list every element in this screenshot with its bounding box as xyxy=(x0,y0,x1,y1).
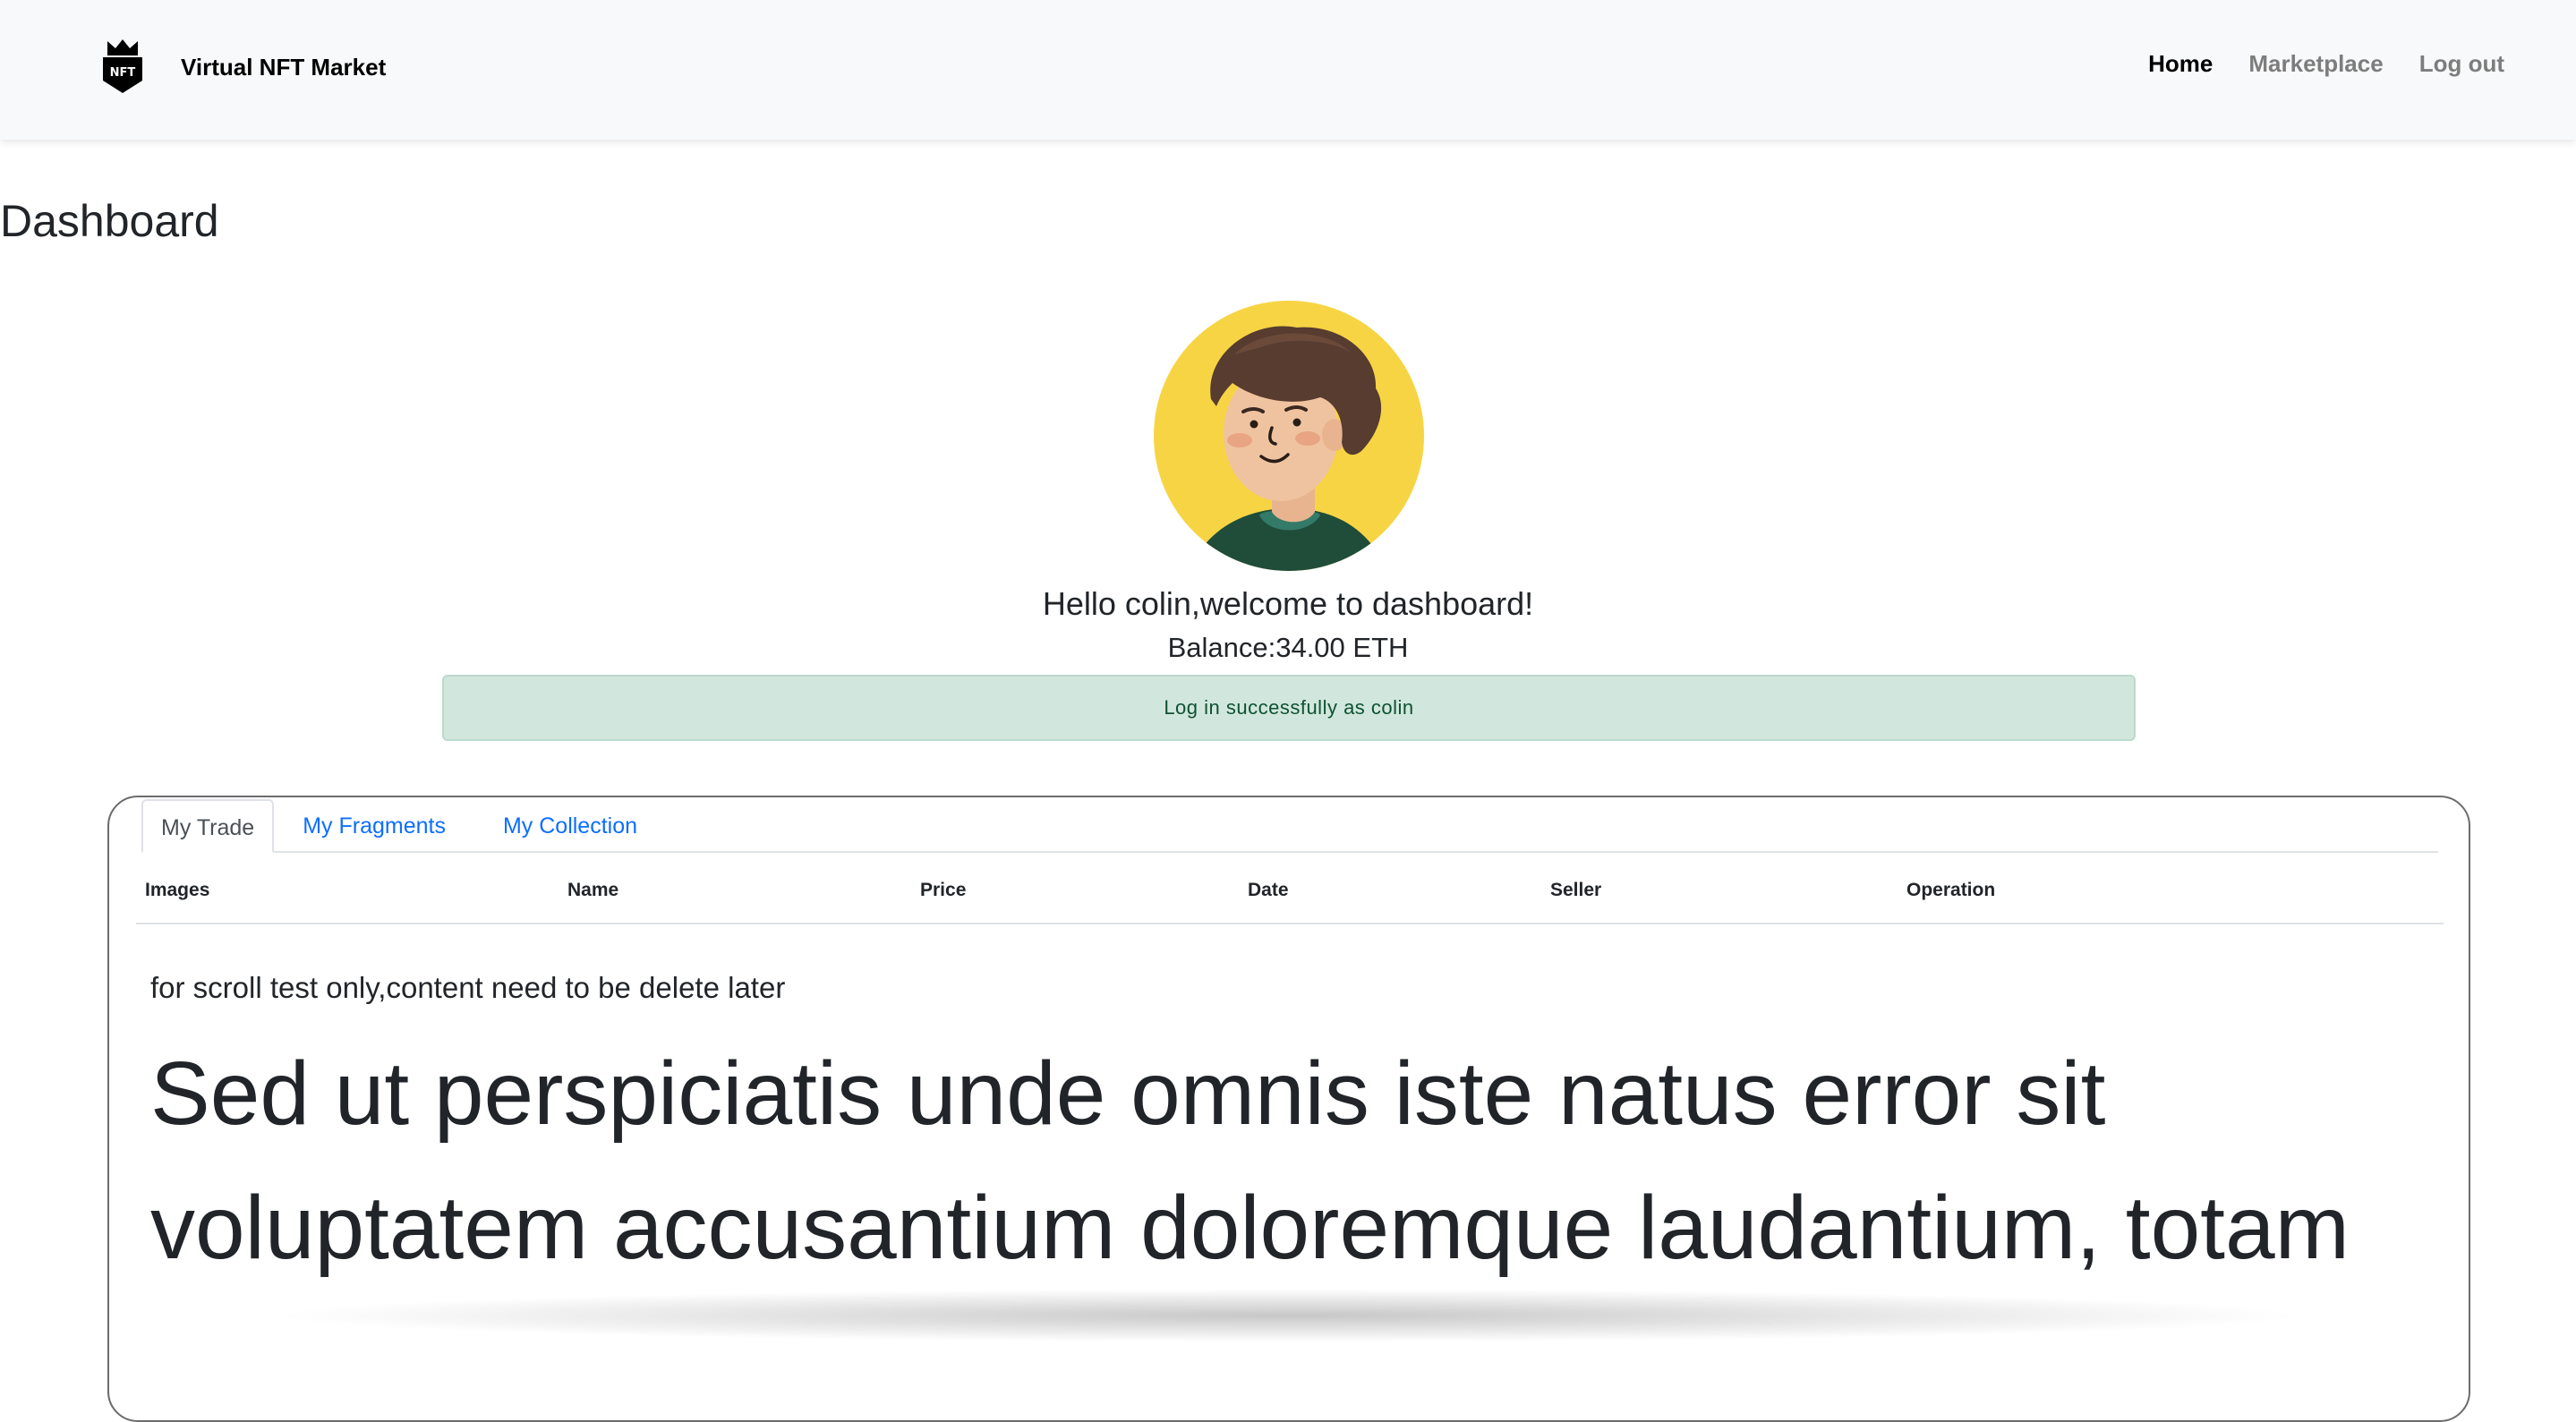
column-header-name: Name xyxy=(567,880,619,900)
avatar xyxy=(1154,301,1424,571)
brand[interactable]: NFT Virtual NFT Market xyxy=(100,39,386,95)
tab-my-fragments[interactable]: My Fragments xyxy=(274,799,474,853)
brand-logo-text: NFT xyxy=(110,66,136,80)
nav-links: Home Marketplace Log out xyxy=(2112,50,2504,78)
nft-crown-logo-icon: NFT xyxy=(103,39,142,93)
balance-text: Balance:34.00 ETH xyxy=(1167,632,1409,663)
scroll-test-note: for scroll test only,content need to be … xyxy=(150,971,786,1004)
page-title: Dashboard xyxy=(0,196,219,246)
nav-link-marketplace[interactable]: Marketplace xyxy=(2248,50,2383,78)
column-header-operation: Operation xyxy=(1906,880,1996,900)
navbar: NFT Virtual NFT Market Home Marketplace … xyxy=(0,0,2576,140)
welcome-greeting: Hello colin,welcome to dashboard! xyxy=(1042,585,1534,622)
table-header-row: Images Name Price Date Seller Operation xyxy=(136,876,2444,924)
tab-my-collection[interactable]: My Collection xyxy=(474,799,666,853)
dashboard-card: My Trade My Fragments My Collection Imag… xyxy=(107,796,2470,1422)
brand-name[interactable]: Virtual NFT Market xyxy=(181,54,386,81)
nav-link-home[interactable]: Home xyxy=(2148,50,2213,78)
dashboard-tabs: My Trade My Fragments My Collection xyxy=(141,797,2438,853)
column-header-date: Date xyxy=(1248,880,1289,900)
nav-link-logout[interactable]: Log out xyxy=(2419,50,2504,78)
lorem-ipsum-text: Sed ut perspiciatis unde omnis iste natu… xyxy=(150,1043,2350,1278)
tab-my-trade[interactable]: My Trade xyxy=(141,799,275,853)
column-header-images: Images xyxy=(145,880,210,900)
login-success-alert: Log in successfully as colin xyxy=(442,675,2136,741)
column-header-seller: Seller xyxy=(1550,880,1602,900)
column-header-price: Price xyxy=(920,880,967,900)
